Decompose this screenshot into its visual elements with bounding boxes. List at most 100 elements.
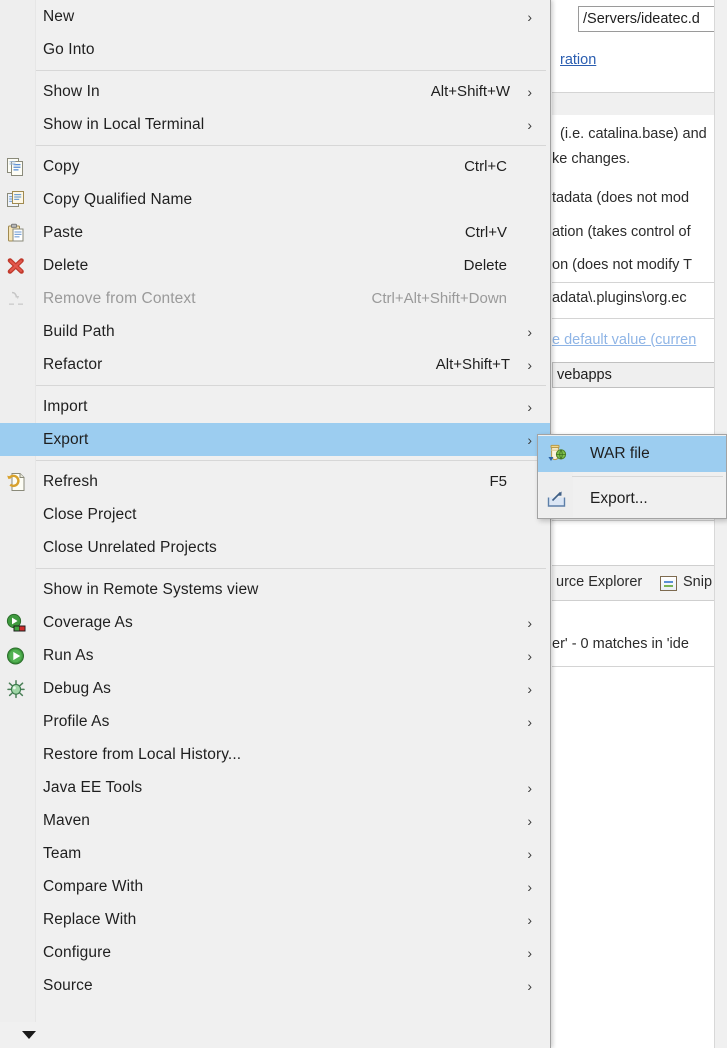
menu-item-replace-with[interactable]: Replace With › bbox=[0, 903, 550, 936]
menu-item-copy[interactable]: Copy Ctrl+C bbox=[0, 150, 550, 183]
menu-item-java-ee-tools[interactable]: Java EE Tools › bbox=[0, 771, 550, 804]
divider-rule-mid bbox=[552, 282, 727, 283]
menu-item-configure[interactable]: Configure › bbox=[0, 936, 550, 969]
menu-item-compare-with[interactable]: Compare With › bbox=[0, 870, 550, 903]
debug-icon bbox=[6, 679, 30, 699]
divider-rule-bottom bbox=[552, 666, 727, 667]
menu-item-go-into[interactable]: Go Into bbox=[0, 33, 550, 66]
coverage-icon bbox=[6, 613, 30, 633]
chevron-right-icon: › bbox=[527, 812, 532, 829]
menu-item-restore-from-local-history[interactable]: Restore from Local History... bbox=[0, 738, 550, 771]
menu-item-debug-as[interactable]: Debug As › bbox=[0, 672, 550, 705]
menu-item-label: Show in Local Terminal bbox=[43, 115, 205, 133]
chevron-right-icon: › bbox=[527, 431, 532, 448]
chevron-right-icon: › bbox=[527, 614, 532, 631]
menu-item-export[interactable]: Export › bbox=[0, 423, 550, 456]
menu-item-label: Team bbox=[43, 844, 82, 862]
default-value-link[interactable]: e default value (curren bbox=[552, 332, 696, 348]
project-context-menu[interactable]: New › Go Into Show In Alt+Shift+W › Show in Lo… bbox=[0, 0, 551, 1048]
refresh-icon bbox=[6, 472, 30, 492]
chevron-right-icon: › bbox=[527, 680, 532, 697]
server-path-field[interactable]: /Servers/ideatec.d bbox=[578, 6, 727, 32]
chevron-right-icon: › bbox=[527, 323, 532, 340]
menu-item-run-as[interactable]: Run As › bbox=[0, 639, 550, 672]
submenu-item-war-file[interactable]: WAR file bbox=[538, 436, 726, 472]
menu-item-label: Refresh bbox=[43, 472, 98, 490]
run-icon bbox=[6, 646, 30, 666]
chevron-right-icon: › bbox=[527, 779, 532, 796]
menu-item-label: New bbox=[43, 7, 75, 25]
menu-item-shortcut: Ctrl+Alt+Shift+Down bbox=[371, 290, 507, 307]
menu-item-shortcut: Ctrl+C bbox=[464, 158, 507, 175]
menu-item-label: Show In bbox=[43, 82, 100, 100]
menu-item-label: Coverage As bbox=[43, 613, 133, 631]
menu-item-build-path[interactable]: Build Path › bbox=[0, 315, 550, 348]
menu-item-show-in[interactable]: Show In Alt+Shift+W › bbox=[0, 75, 550, 108]
webapps-field[interactable]: vebapps bbox=[552, 362, 727, 388]
chevron-right-icon: › bbox=[527, 647, 532, 664]
menu-item-team[interactable]: Team › bbox=[0, 837, 550, 870]
tab-snippets[interactable]: Snip bbox=[683, 574, 712, 590]
export-wizard-icon bbox=[546, 489, 568, 509]
menu-item-shortcut: Ctrl+V bbox=[464, 224, 507, 241]
menu-item-import[interactable]: Import › bbox=[0, 390, 550, 423]
export-submenu[interactable]: WAR file Export... bbox=[537, 434, 727, 519]
divider-rule-mid-2 bbox=[552, 318, 727, 319]
menu-item-label: Configure bbox=[43, 943, 112, 961]
chevron-right-icon: › bbox=[527, 116, 532, 133]
menu-item-paste[interactable]: Paste Ctrl+V bbox=[0, 216, 550, 249]
menu-item-coverage-as[interactable]: Coverage As › bbox=[0, 606, 550, 639]
tab-resource-explorer[interactable]: urce Explorer bbox=[556, 574, 642, 590]
menu-item-maven[interactable]: Maven › bbox=[0, 804, 550, 837]
menu-item-show-in-local-terminal[interactable]: Show in Local Terminal › bbox=[0, 108, 550, 141]
menu-item-label: Close Unrelated Projects bbox=[43, 538, 217, 556]
menu-item-label: Refactor bbox=[43, 355, 103, 373]
description-line-4: ation (takes control of bbox=[552, 224, 691, 240]
menu-item-shortcut: Delete bbox=[463, 257, 507, 274]
menu-item-label: Remove from Context bbox=[43, 289, 196, 307]
section-band bbox=[552, 93, 727, 115]
menu-item-label: Copy bbox=[43, 157, 80, 175]
chevron-right-icon: › bbox=[527, 845, 532, 862]
search-status-line: er' - 0 matches in 'ide bbox=[552, 636, 689, 652]
menu-item-show-in-remote-systems-view[interactable]: Show in Remote Systems view bbox=[0, 573, 550, 606]
menu-item-profile-as[interactable]: Profile As › bbox=[0, 705, 550, 738]
chevron-right-icon: › bbox=[527, 977, 532, 994]
menu-item-close-project[interactable]: Close Project bbox=[0, 498, 550, 531]
chevron-right-icon: › bbox=[527, 83, 532, 100]
menu-item-close-unrelated-projects[interactable]: Close Unrelated Projects bbox=[0, 531, 550, 564]
menu-item-refactor[interactable]: Refactor Alt+Shift+T › bbox=[0, 348, 550, 381]
menu-item-refresh[interactable]: Refresh F5 bbox=[0, 465, 550, 498]
war-file-icon bbox=[546, 444, 568, 464]
description-line-1: (i.e. catalina.base) and bbox=[560, 126, 707, 142]
menu-separator bbox=[0, 381, 550, 390]
menu-item-label: Restore from Local History... bbox=[43, 745, 242, 763]
menu-item-label: Go Into bbox=[43, 40, 95, 58]
submenu-item-list: WAR file Export... bbox=[538, 436, 726, 517]
remove-context-icon bbox=[6, 289, 30, 309]
paste-icon bbox=[6, 223, 30, 243]
submenu-item-export[interactable]: Export... bbox=[538, 481, 726, 517]
menu-separator bbox=[0, 564, 550, 573]
menu-item-label: Maven bbox=[43, 811, 91, 829]
copy-qualified-icon bbox=[6, 190, 30, 210]
menu-item-label: Delete bbox=[43, 256, 89, 274]
menu-item-label: Copy Qualified Name bbox=[43, 190, 193, 208]
submenu-item-label: WAR file bbox=[590, 445, 650, 462]
editor-vertical-scrollbar[interactable] bbox=[714, 0, 727, 1048]
menu-scroll-down-button[interactable] bbox=[0, 1022, 550, 1048]
chevron-right-icon: › bbox=[527, 398, 532, 415]
menu-item-shortcut: F5 bbox=[489, 473, 507, 490]
chevron-right-icon: › bbox=[527, 878, 532, 895]
menu-item-copy-qualified-name[interactable]: Copy Qualified Name bbox=[0, 183, 550, 216]
menu-item-label: Replace With bbox=[43, 910, 137, 928]
metadata-path-line: adata\.plugins\org.ec bbox=[552, 290, 687, 306]
menu-item-source[interactable]: Source › bbox=[0, 969, 550, 1002]
menu-item-label: Compare With bbox=[43, 877, 144, 895]
configuration-link[interactable]: ration bbox=[560, 52, 596, 68]
menu-item-delete[interactable]: Delete Delete bbox=[0, 249, 550, 282]
menu-item-new[interactable]: New › bbox=[0, 0, 550, 33]
submenu-separator bbox=[538, 472, 726, 481]
chevron-right-icon: › bbox=[527, 944, 532, 961]
chevron-right-icon: › bbox=[527, 8, 532, 25]
